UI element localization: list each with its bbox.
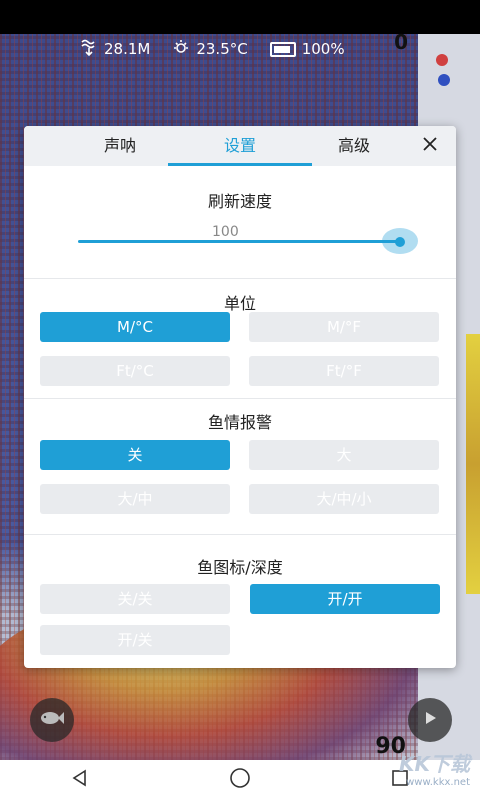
slider-thumb[interactable]	[395, 237, 405, 247]
fish-icon-depth-option-on-on[interactable]: 开/开	[250, 584, 440, 614]
fish-icon-depth-title: 鱼图标/深度	[197, 558, 283, 577]
settings-dialog: 声呐 设置 高级 刷新速度 100 单位 M/°C M/°F Ft/°C Ft/…	[24, 126, 456, 668]
active-tab-indicator	[168, 163, 312, 166]
fish-icon-depth-option-on-off[interactable]: 开/关	[40, 625, 230, 655]
back-button[interactable]	[60, 765, 100, 795]
divider	[24, 398, 456, 399]
units-option-m-f[interactable]: M/°F	[249, 312, 439, 342]
units-option-m-c[interactable]: M/°C	[40, 312, 230, 342]
watermark-url: www.kkx.net	[406, 777, 470, 788]
fish-alarm-title: 鱼情报警	[207, 413, 272, 432]
units-option-ft-f[interactable]: Ft/°F	[249, 356, 439, 386]
refresh-speed-value: 100	[212, 224, 239, 240]
system-status-bar	[0, 0, 480, 34]
fish-alarm-option-off[interactable]: 关	[40, 440, 230, 470]
divider	[24, 278, 456, 279]
units-option-ft-c[interactable]: Ft/°C	[40, 356, 230, 386]
fish-mode-button[interactable]	[30, 698, 74, 742]
units-title: 单位	[223, 294, 256, 313]
dialog-tabs: 声呐 设置 高级	[24, 126, 456, 166]
watermark: KK下载 www.kkx.net	[399, 748, 470, 788]
temperature-value: 23.5°C	[196, 40, 248, 58]
sonar-topbar: 28.1M 23.5°C 100%	[80, 38, 345, 60]
fish-alarm-option-large-medium[interactable]: 大/中	[40, 484, 230, 514]
battery-value: 100%	[301, 40, 345, 58]
divider	[24, 534, 456, 535]
fish-alarm-option-large[interactable]: 大	[249, 440, 439, 470]
play-icon	[421, 708, 439, 732]
tab-settings[interactable]: 设置	[192, 126, 288, 166]
refresh-speed-slider[interactable]	[78, 240, 400, 243]
tab-advanced[interactable]: 高级	[306, 126, 402, 166]
depth-readout: 28.1M	[80, 38, 150, 60]
depth-scale-top: 0	[394, 30, 408, 54]
depth-scale-shade	[466, 334, 480, 594]
fish-alarm-option-all[interactable]: 大/中/小	[249, 484, 439, 514]
home-icon	[229, 767, 251, 793]
close-icon	[422, 136, 438, 156]
temperature-readout: 23.5°C	[172, 38, 248, 60]
fish-icon-depth-option-off-off[interactable]: 关/关	[40, 584, 230, 614]
fish-marker	[436, 54, 448, 66]
back-icon	[70, 768, 90, 792]
tab-sonar[interactable]: 声呐	[72, 126, 168, 166]
depth-value: 28.1M	[104, 40, 151, 58]
battery-readout: 100%	[269, 40, 345, 58]
play-button[interactable]	[408, 698, 452, 742]
depth-icon	[80, 38, 98, 60]
close-button[interactable]	[418, 134, 442, 158]
watermark-text: KK下载	[399, 752, 470, 776]
refresh-speed-title: 刷新速度	[207, 192, 272, 211]
home-button[interactable]	[220, 765, 260, 795]
sun-icon	[172, 38, 190, 60]
fish-marker	[438, 74, 450, 86]
battery-icon	[269, 41, 296, 57]
fish-icon	[39, 708, 65, 732]
